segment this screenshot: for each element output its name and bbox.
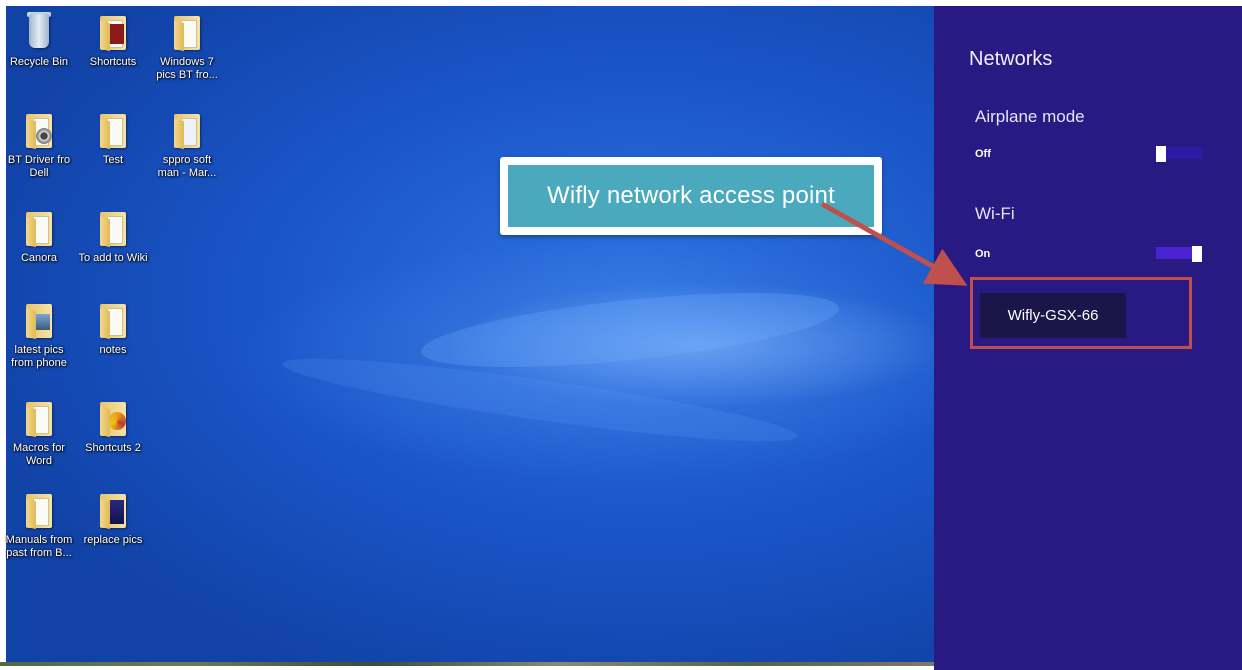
desktop-icon-label: latest pics from phone: [11, 344, 67, 369]
desktop-icon-replace-pics[interactable]: replace pics: [78, 490, 148, 547]
desktop-icon-test[interactable]: Test: [78, 110, 148, 167]
folder-icon: [98, 490, 128, 530]
desktop-icon-label: Shortcuts 2: [85, 442, 141, 454]
folder-icon: [98, 300, 128, 340]
desktop-icon-label: Test: [102, 154, 124, 166]
callout-body: Wifly network access point: [508, 165, 874, 227]
toggle-thumb: [1192, 246, 1202, 262]
desktop-icon-sppro-soft-man[interactable]: sppro soft man - Mar...: [152, 110, 222, 180]
desktop-icon-latest-pics[interactable]: latest pics from phone: [4, 300, 74, 370]
airplane-mode-state: Off: [975, 148, 991, 160]
desktop-icon-to-add-to-wiki[interactable]: To add to Wiki: [78, 208, 148, 265]
desktop-icon-label: notes: [99, 344, 127, 356]
folder-icon: [24, 398, 54, 438]
annotation-callout: Wifly network access point: [500, 157, 882, 235]
desktop-icon-label: replace pics: [83, 534, 143, 546]
desktop-icon-recycle-bin[interactable]: Recycle Bin: [4, 12, 74, 69]
desktop-icon-manuals-from-past[interactable]: Manuals from past from B...: [4, 490, 74, 560]
desktop-icon-label: To add to Wiki: [78, 252, 148, 264]
desktop-icon-label: Shortcuts: [89, 56, 137, 68]
desktop-icon-shortcuts[interactable]: Shortcuts: [78, 12, 148, 69]
wallpaper-streak: [418, 278, 842, 382]
folder-icon: [172, 12, 202, 52]
folder-icon: [24, 110, 54, 150]
folder-icon: [24, 490, 54, 530]
folder-icon: [98, 12, 128, 52]
desktop-icon-label: Windows 7 pics BT fro...: [156, 56, 218, 81]
toggle-track: [1156, 247, 1192, 259]
desktop-icon-label: Recycle Bin: [9, 56, 69, 68]
taskbar-strip: [0, 662, 934, 666]
toggle-track: [1166, 147, 1202, 159]
desktop-icon-canora[interactable]: Canora: [4, 208, 74, 265]
folder-icon: [24, 300, 54, 340]
desktop-icon-label: BT Driver fro Dell: [7, 154, 71, 179]
desktop-icon-label: Canora: [20, 252, 58, 264]
network-name: Wifly-GSX-66: [1007, 307, 1099, 324]
wifi-state: On: [975, 248, 991, 260]
desktop-icon-windows7-pics[interactable]: Windows 7 pics BT fro...: [152, 12, 222, 82]
desktop-icon-bt-driver[interactable]: BT Driver fro Dell: [4, 110, 74, 180]
folder-icon: [98, 208, 128, 248]
network-list-item[interactable]: Wifly-GSX-66: [980, 293, 1126, 338]
wifi-label: Wi-Fi: [975, 204, 1015, 223]
folder-icon: [98, 110, 128, 150]
toggle-thumb: [1156, 146, 1166, 162]
wifi-toggle[interactable]: [1156, 246, 1202, 262]
desktop-background[interactable]: Recycle Bin Shortcuts Windows 7 pics BT …: [0, 0, 934, 666]
desktop-icon-label: Manuals from past from B...: [5, 534, 73, 559]
folder-icon: [172, 110, 202, 150]
desktop-icon-shortcuts-2[interactable]: Shortcuts 2: [78, 398, 148, 455]
airplane-mode-toggle[interactable]: [1156, 146, 1202, 162]
folder-icon: [98, 398, 128, 438]
desktop-icon-label: sppro soft man - Mar...: [157, 154, 217, 179]
panel-title: Networks: [969, 48, 1053, 70]
desktop-icon-macros-for-word[interactable]: Macros for Word: [4, 398, 74, 468]
folder-icon: [24, 208, 54, 248]
desktop-icon-label: Macros for Word: [13, 442, 65, 467]
callout-text: Wifly network access point: [547, 182, 835, 209]
networks-panel: Networks Airplane mode Off Wi-Fi On Wifl…: [934, 6, 1242, 670]
airplane-mode-label: Airplane mode: [975, 107, 1085, 126]
recycle-bin-icon: [24, 12, 54, 52]
desktop-top-edge: [0, 0, 934, 6]
desktop-icon-notes[interactable]: notes: [78, 300, 148, 357]
